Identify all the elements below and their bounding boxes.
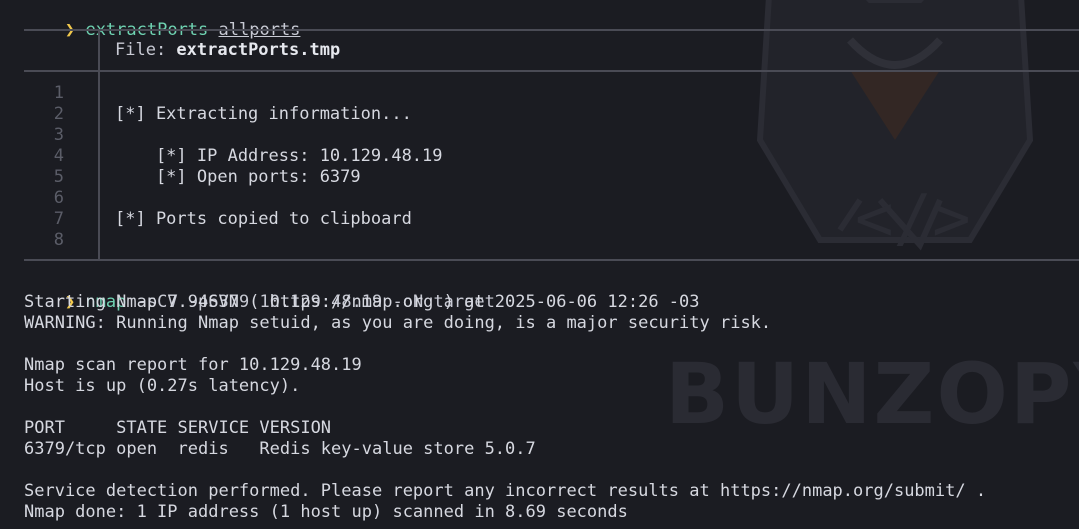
output-line: Starting Nmap 7.94SVN ( https://nmap.org… bbox=[24, 292, 700, 312]
bat-bottom-border bbox=[24, 259, 1079, 261]
bat-file-header: File: extractPorts.tmp bbox=[115, 40, 340, 61]
file-label: File: bbox=[115, 40, 177, 60]
prompt-line-2: ❯ nmap -sCV -p6379 10.129.48.19 -oN targ… bbox=[24, 271, 495, 312]
watermark-text: BUNZOPY bbox=[665, 345, 1079, 443]
file-line: [*] IP Address: 10.129.48.19 bbox=[115, 146, 443, 166]
file-line: [*] Ports copied to clipboard bbox=[115, 209, 412, 229]
line-number: 2 bbox=[53, 104, 64, 124]
cat-logo-watermark: </> bbox=[756, 0, 1034, 256]
svg-text:</>: </> bbox=[855, 182, 971, 256]
output-line: Host is up (0.27s latency). bbox=[24, 376, 301, 396]
line-number: 3 bbox=[53, 125, 64, 145]
line-number: 1 bbox=[53, 83, 64, 103]
bat-top-border bbox=[24, 29, 1079, 31]
bat-gutter-separator bbox=[98, 29, 100, 261]
output-line: PORT STATE SERVICE VERSION bbox=[24, 418, 332, 438]
line-number: 4 bbox=[53, 146, 64, 166]
output-line: 6379/tcp open redis Redis key-value stor… bbox=[24, 439, 536, 459]
line-number: 6 bbox=[53, 188, 64, 208]
file-line: [*] Extracting information... bbox=[115, 104, 412, 124]
line-number: 8 bbox=[53, 230, 64, 250]
bat-header-border bbox=[24, 70, 1079, 72]
terminal-window[interactable]: </> BUNZOPY ❯ extractPorts allports File… bbox=[0, 0, 1079, 529]
output-line: Service detection performed. Please repo… bbox=[24, 481, 987, 501]
line-number: 5 bbox=[53, 167, 64, 187]
line-number: 7 bbox=[53, 209, 64, 229]
output-line: WARNING: Running Nmap setuid, as you are… bbox=[24, 313, 772, 333]
file-line: [*] Open ports: 6379 bbox=[115, 167, 361, 187]
output-line: Nmap done: 1 IP address (1 host up) scan… bbox=[24, 502, 628, 522]
file-name: extractPorts.tmp bbox=[176, 40, 341, 60]
prompt-line-1: ❯ extractPorts allports bbox=[24, 0, 300, 40]
output-line: Nmap scan report for 10.129.48.19 bbox=[24, 355, 362, 375]
